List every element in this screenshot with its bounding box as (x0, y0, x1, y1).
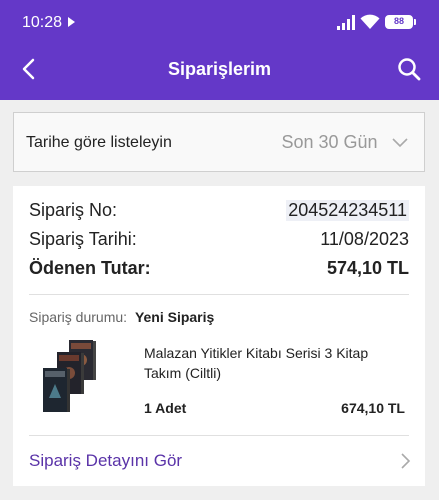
order-no-value: 204524234511 (286, 200, 409, 221)
paid-amount-label: Ödenen Tutar: (29, 258, 151, 278)
order-card: Sipariş No: 204524234511 Sipariş Tarihi:… (13, 186, 425, 486)
paid-amount-value: 574,10 TL (326, 258, 409, 278)
date-range-select[interactable]: Son 30 Gün (281, 132, 408, 154)
order-status: Sipariş durumu: Yeni Sipariş (29, 309, 214, 325)
battery-icon: 88 (385, 15, 413, 29)
order-detail-link[interactable]: Sipariş Detayını Gör (13, 436, 425, 486)
chevron-right-icon (401, 453, 411, 469)
order-status-value: Yeni Sipariş (134, 309, 215, 325)
status-bar: 10:28 88 (0, 0, 439, 48)
product-quantity: 1 Adet (144, 400, 187, 416)
status-time: 10:28 (22, 14, 63, 31)
app-bar: 10:28 88 Siparişlerim (0, 0, 439, 100)
date-range-value: Son 30 Gün (281, 132, 378, 152)
product-name[interactable]: Malazan Yitikler Kitabı Serisi 3 Kitap T… (144, 343, 406, 383)
battery-tip (414, 19, 416, 25)
product-image[interactable] (39, 338, 103, 414)
page-title: Siparişlerim (167, 59, 272, 79)
date-filter: Tarihe göre listeleyin Son 30 Gün (13, 112, 425, 172)
wifi-icon (360, 14, 380, 29)
filter-label: Tarihe göre listeleyin (26, 134, 172, 151)
paid-amount-row: Ödenen Tutar: 574,10 TL (29, 258, 409, 284)
order-date-value: 11/08/2023 (320, 229, 409, 249)
order-status-label: Sipariş durumu: (29, 309, 128, 325)
order-no-row: Sipariş No: 204524234511 (29, 200, 409, 226)
divider (29, 294, 409, 295)
order-date-label: Sipariş Tarihi: (29, 229, 137, 249)
search-icon[interactable] (396, 56, 422, 82)
product-price: 674,10 TL (341, 400, 405, 416)
order-detail-label: Sipariş Detayını Gör (29, 451, 183, 470)
chevron-down-icon (392, 137, 408, 147)
play-notification-icon (68, 17, 75, 27)
order-no-label: Sipariş No: (29, 200, 118, 220)
signal-icon (337, 15, 355, 30)
battery-level: 88 (393, 16, 404, 26)
order-date-row: Sipariş Tarihi: 11/08/2023 (29, 229, 409, 255)
